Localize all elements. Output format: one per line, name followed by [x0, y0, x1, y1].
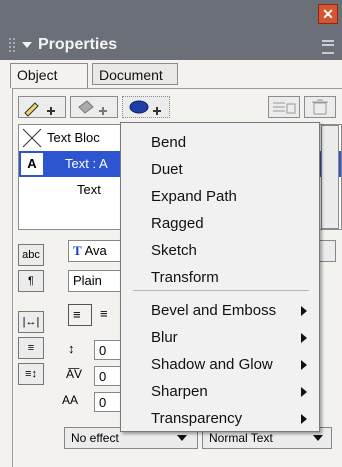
move-up-button[interactable] — [268, 96, 300, 118]
letter-a-icon: A — [21, 153, 43, 175]
dropdown-arrow-icon — [313, 435, 323, 441]
bucket-icon — [78, 100, 107, 115]
menu-item-expand-path[interactable]: Expand Path — [121, 183, 319, 210]
dropdown-arrow-icon — [177, 435, 187, 441]
menu-item-sharpen[interactable]: Sharpen — [121, 378, 319, 405]
justify-button[interactable]: ≡ — [18, 337, 44, 359]
menu-item-sketch[interactable]: Sketch — [121, 237, 319, 264]
menu-item-bend[interactable]: Bend — [121, 129, 319, 156]
close-button[interactable]: ✕ — [318, 4, 338, 24]
trash-icon — [312, 99, 328, 115]
font-dropdown-arrow[interactable] — [318, 240, 336, 262]
menu-item-blur[interactable]: Blur — [121, 324, 319, 351]
collapse-triangle-icon[interactable] — [22, 41, 32, 48]
submenu-arrow-icon — [301, 414, 307, 424]
leading-field[interactable]: 0 — [94, 340, 122, 360]
baseline-icon: AA — [62, 393, 79, 407]
panel-title[interactable]: Properties — [22, 36, 117, 54]
tracking-field[interactable]: 0 — [94, 366, 122, 386]
submenu-arrow-icon — [301, 306, 307, 316]
effects-icon — [129, 100, 161, 115]
leading-button[interactable]: ≡↕ — [18, 363, 44, 385]
pencil-icon — [24, 102, 55, 117]
menu-item-shadow-and-glow[interactable]: Shadow and Glow — [121, 351, 319, 378]
menu-item-bevel-and-emboss[interactable]: Bevel and Emboss — [121, 297, 319, 324]
panel-menu-icon[interactable] — [322, 40, 334, 54]
effects-button[interactable] — [122, 96, 170, 118]
submenu-arrow-icon — [301, 360, 307, 370]
baseline-field[interactable]: 0 — [94, 392, 122, 412]
pencil-button[interactable] — [18, 96, 66, 118]
leading-icon: ↕ — [68, 341, 75, 356]
align-left-icon[interactable]: ≡ — [68, 304, 92, 326]
tree-scrollbar[interactable] — [321, 125, 339, 229]
submenu-arrow-icon — [301, 333, 307, 343]
abc-button[interactable]: abc — [18, 244, 44, 266]
tracking-icon: A͞V — [66, 367, 83, 381]
menu-item-ragged[interactable]: Ragged — [121, 210, 319, 237]
style-field[interactable]: Plain — [68, 270, 122, 292]
menu-item-duet[interactable]: Duet — [121, 156, 319, 183]
list-trash-icon — [273, 102, 296, 114]
menu-separator — [133, 290, 309, 291]
paint-button[interactable] — [70, 96, 118, 118]
paragraph-button[interactable]: ¶ — [18, 270, 44, 292]
menu-item-transform[interactable]: Transform — [121, 264, 319, 291]
font-field[interactable]: T Ava — [68, 240, 122, 262]
spacing-button[interactable]: |↔| — [18, 311, 44, 333]
grip-icon[interactable] — [8, 37, 16, 53]
effects-menu: Bend Duet Expand Path Ragged Sketch Tran… — [120, 122, 320, 432]
submenu-arrow-icon — [301, 387, 307, 397]
tab-object[interactable]: Object — [10, 63, 88, 88]
tab-document[interactable]: Document — [92, 63, 178, 85]
font-icon: T — [73, 243, 82, 258]
cross-icon — [22, 128, 42, 148]
delete-button[interactable] — [304, 96, 336, 118]
menu-item-transparency[interactable]: Transparency — [121, 405, 319, 431]
align-center-icon[interactable]: ≡ — [96, 304, 120, 326]
window-titlebar — [0, 0, 342, 30]
